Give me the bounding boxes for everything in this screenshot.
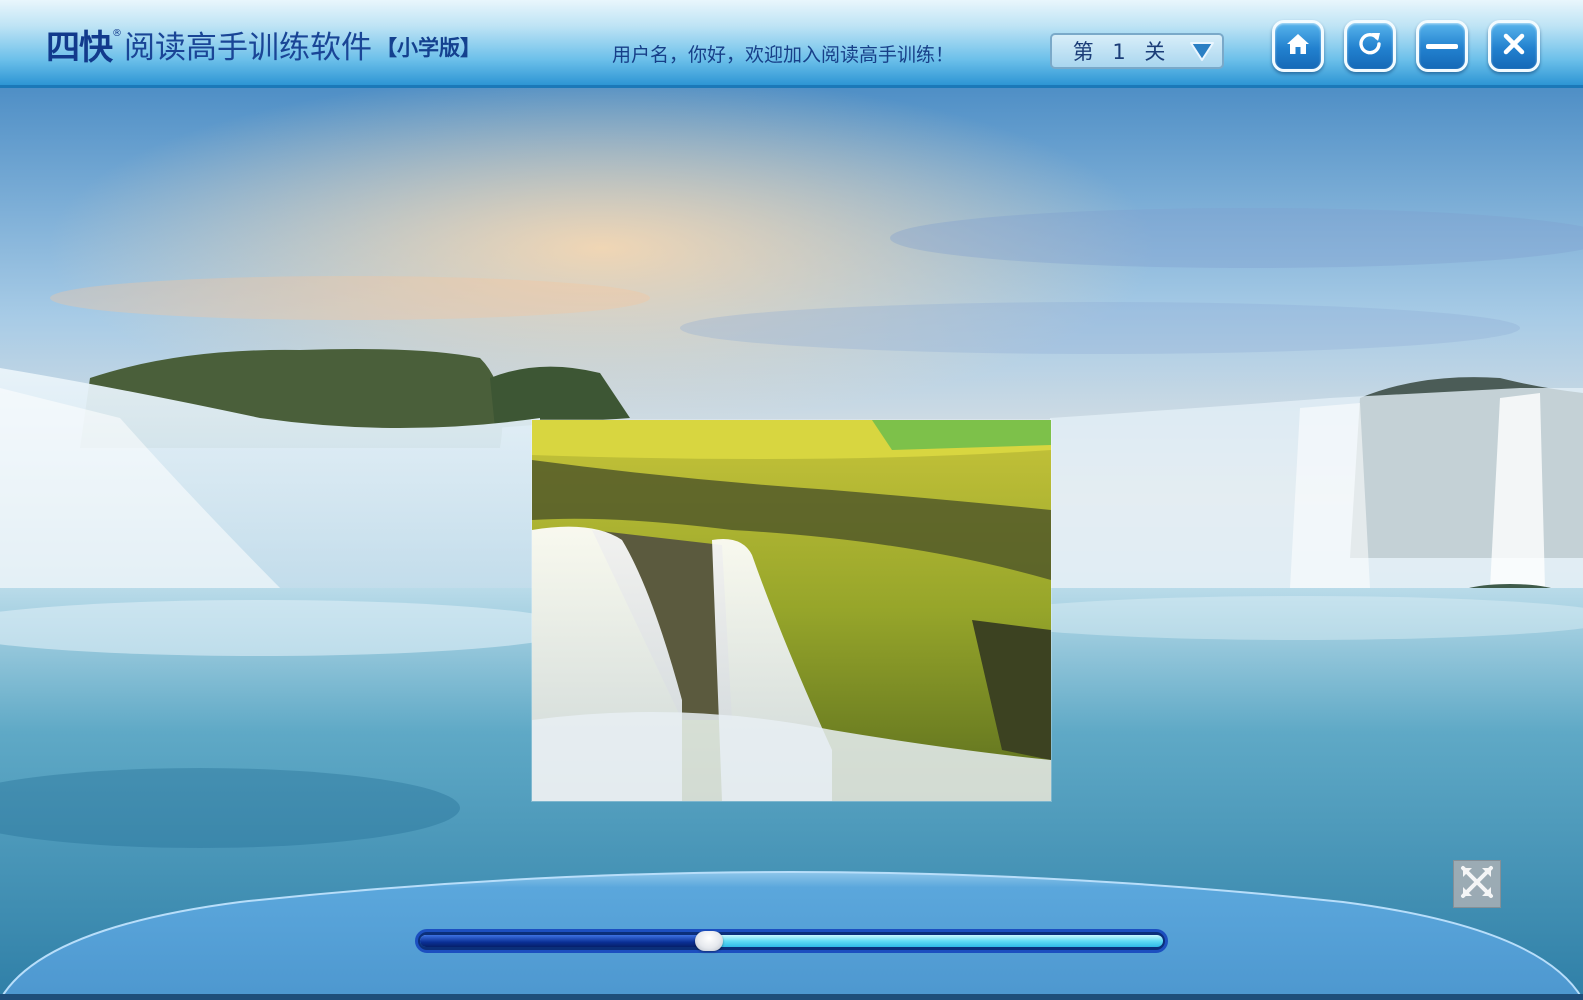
home-button[interactable]	[1272, 20, 1324, 72]
progress-track	[420, 935, 1163, 947]
refresh-icon	[1356, 30, 1384, 62]
close-icon	[1502, 32, 1526, 60]
registered-mark: ®	[112, 28, 122, 39]
progress-thumb[interactable]	[695, 931, 724, 951]
title-bar: 四快 ® 阅读高手训练软件 【小学版】 用户名，你好，欢迎加入阅读高手训练！ 第…	[0, 0, 1583, 88]
refresh-button[interactable]	[1344, 20, 1396, 72]
media-stage	[0, 88, 1583, 1000]
app-title: 阅读高手训练软件	[124, 30, 372, 66]
app-window: 四快 ® 阅读高手训练软件 【小学版】 用户名，你好，欢迎加入阅读高手训练！ 第…	[0, 0, 1583, 1000]
brand-logo: 四快	[46, 28, 113, 68]
level-selector[interactable]: 第 1 关	[1050, 33, 1224, 69]
level-selector-value: 第 1 关	[1072, 40, 1172, 64]
home-icon	[1285, 32, 1311, 60]
brand: 四快 ® 阅读高手训练软件 【小学版】	[46, 24, 481, 68]
waterfall-photo	[532, 420, 1051, 801]
close-button[interactable]	[1488, 20, 1540, 72]
edition-label: 【小学版】	[376, 36, 481, 60]
progress-slider[interactable]	[415, 929, 1168, 953]
minimize-icon	[1425, 37, 1459, 56]
progress-fill	[420, 935, 710, 947]
minimize-button[interactable]	[1416, 20, 1468, 72]
welcome-message: 用户名，你好，欢迎加入阅读高手训练！	[612, 44, 955, 66]
chevron-down-icon	[1182, 35, 1222, 67]
